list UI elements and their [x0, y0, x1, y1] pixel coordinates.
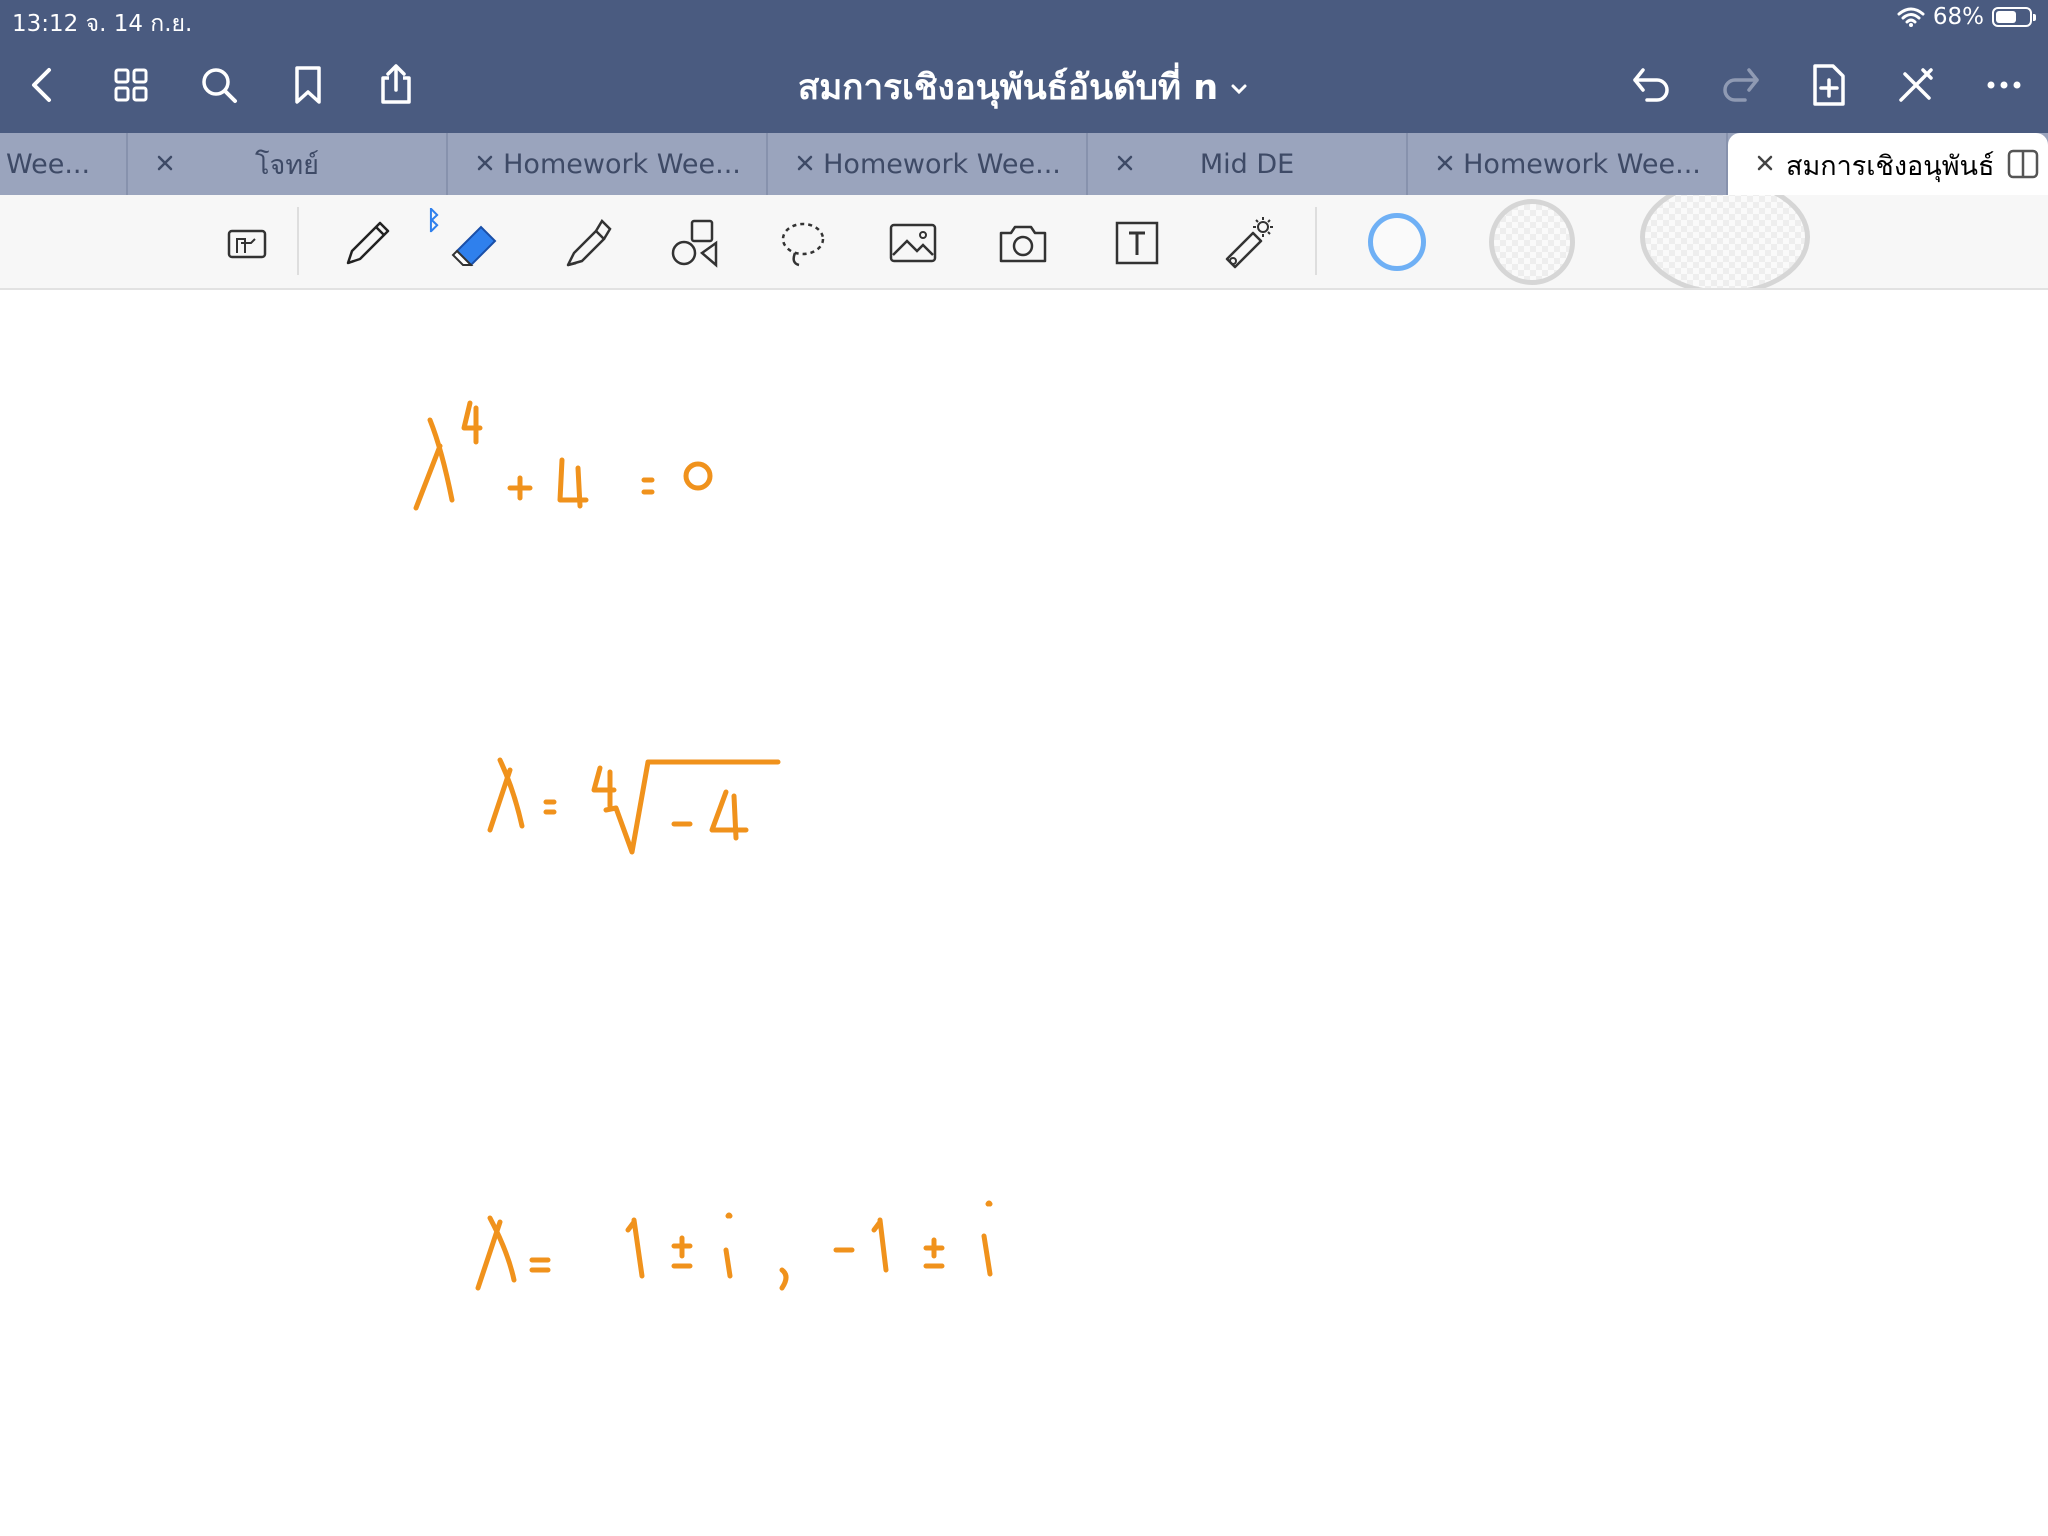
document-tab-bar: Wee... โจทย์ Homework Wee... Homework We…	[0, 133, 2048, 197]
text-box-icon[interactable]	[1104, 210, 1170, 276]
tab-active[interactable]: สมการเชิงอนุพันธ์...	[1728, 133, 2048, 197]
redo-icon[interactable]	[1713, 58, 1767, 112]
size-medium-option[interactable]	[1489, 199, 1575, 285]
close-tab-icon[interactable]	[1752, 150, 1778, 176]
battery-percent: 68%	[1932, 4, 1984, 30]
highlighter-icon[interactable]	[551, 210, 617, 276]
lasso-icon[interactable]	[770, 210, 836, 276]
tool-bar: ᛒ	[0, 195, 2048, 290]
status-time: 13:12 จ. 14 ก.ย.	[12, 11, 193, 37]
status-indicators: 68%	[1897, 4, 2036, 30]
size-small-option[interactable]	[1368, 213, 1426, 271]
camera-icon[interactable]	[990, 210, 1056, 276]
toolbar-separator	[1315, 207, 1317, 275]
split-view-icon[interactable]	[2006, 147, 2040, 181]
tab-3[interactable]: Homework Wee...	[448, 133, 768, 195]
chevron-down-icon	[1231, 84, 1247, 95]
tab-4[interactable]: Homework Wee...	[768, 133, 1088, 195]
tab-1[interactable]: Wee...	[0, 133, 128, 195]
equation-line-3	[475, 1200, 993, 1291]
tab-label: Wee...	[6, 148, 91, 180]
tab-5[interactable]: Mid DE	[1088, 133, 1408, 195]
handwriting-layer	[413, 400, 993, 1291]
battery-icon	[1992, 7, 2036, 27]
laser-pointer-icon[interactable]	[1214, 210, 1280, 276]
close-pen-icon[interactable]	[1889, 58, 1943, 112]
image-icon[interactable]	[880, 210, 946, 276]
tab-label: Homework Wee...	[503, 148, 741, 180]
eraser-icon[interactable]	[442, 210, 508, 276]
read-only-mode-icon[interactable]	[214, 210, 280, 276]
pen-icon[interactable]	[333, 210, 399, 276]
note-canvas[interactable]	[0, 290, 2048, 1536]
tab-label: สมการเชิงอนุพันธ์...	[1786, 150, 1996, 182]
wifi-icon	[1897, 7, 1925, 27]
tab-label: Homework Wee...	[1463, 148, 1701, 180]
toolbar-separator	[297, 207, 299, 275]
bluetooth-icon: ᛒ	[426, 205, 442, 235]
tab-label: Homework Wee...	[823, 148, 1061, 180]
size-large-option[interactable]	[1640, 195, 1810, 288]
shapes-icon[interactable]	[661, 210, 727, 276]
more-icon[interactable]	[1977, 58, 2031, 112]
tab-2[interactable]: โจทย์	[128, 133, 448, 195]
equation-line-2	[487, 757, 781, 855]
add-page-icon[interactable]	[1801, 58, 1855, 112]
navigation-bar: 13:12 จ. 14 ก.ย. 68% สมการเชิงอนุพันธ์อั…	[0, 0, 2048, 133]
tab-6[interactable]: Homework Wee...	[1408, 133, 1728, 195]
document-title-text: สมการเชิงอนุพันธ์อันดับที่ n	[797, 68, 1219, 108]
tab-label: Mid DE	[1199, 148, 1295, 180]
tab-label: โจทย์	[255, 149, 319, 181]
equation-line-1	[413, 400, 713, 511]
undo-icon[interactable]	[1625, 58, 1679, 112]
